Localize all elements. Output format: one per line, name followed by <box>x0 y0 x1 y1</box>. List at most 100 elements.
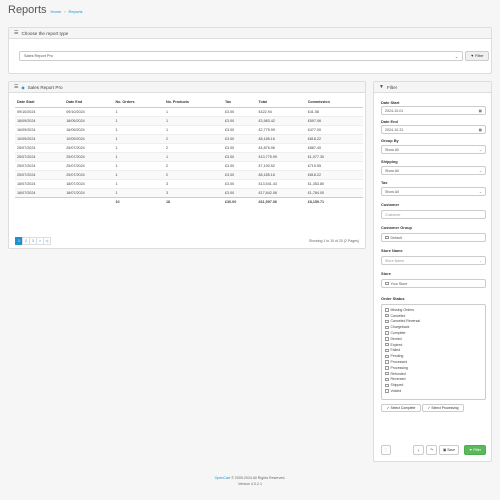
totals-cell <box>15 196 65 206</box>
table-cell: 18/09/2024 <box>64 115 114 125</box>
table-cell: 2 <box>163 133 223 143</box>
help-button[interactable]: ❔ <box>381 445 391 455</box>
tax-select[interactable]: Show All ⌄ <box>381 187 486 196</box>
footer-brand-link[interactable]: OpenCart <box>215 476 231 480</box>
report-header: ☰ ◆ Sales Report Pro <box>9 82 365 93</box>
column-header: Total <box>256 98 306 108</box>
order-status-checkbox[interactable] <box>385 383 389 387</box>
table-cell: £477.00 <box>305 124 363 134</box>
order-status-label: Refunded <box>390 371 406 376</box>
store-name-input[interactable]: Store Name ⌄ <box>381 256 486 265</box>
table-cell: £3.00 <box>223 160 257 170</box>
order-status-checkbox[interactable] <box>385 308 389 312</box>
order-status-checkbox[interactable] <box>385 389 389 393</box>
table-cell: 1 <box>113 106 164 116</box>
table-cell: 25/07/2024 <box>15 142 65 152</box>
footer: OpenCart © 2009-2024 All Rights Reserved… <box>0 476 500 487</box>
export-icon: ↷ <box>430 448 433 452</box>
select-processing-button[interactable]: ✓ Select Processing <box>422 404 464 412</box>
save-button[interactable]: ▣ Save <box>439 445 459 455</box>
group-by-select[interactable]: Show All ⌄ <box>381 145 486 154</box>
report-type-filter-button[interactable]: ▼ Filter <box>465 51 489 61</box>
order-status-checkbox[interactable] <box>385 342 389 347</box>
table-cell: 1 <box>113 160 164 170</box>
table-row: 25/07/2024 25/07/2024 1 1 £3.00 £10,775.99 £1,… <box>15 151 363 161</box>
download-button[interactable]: ⤓ <box>413 445 424 455</box>
footer-copyright: © 2009-2024 All Rights Reserved. <box>231 476 286 480</box>
table-row: 18/07/2024 18/07/2024 1 3 £3.00 £17,842.06 £1,… <box>15 187 363 197</box>
order-status-label: Denied <box>390 336 402 341</box>
totals-cell: 10 <box>113 196 164 206</box>
date-end-input[interactable]: 2024-10-31 ▦ <box>381 125 486 134</box>
store-name-label: Store Name <box>381 248 403 253</box>
order-status-label: Canceled <box>390 313 406 318</box>
order-status-item[interactable]: Voided <box>385 388 482 394</box>
order-status-checkbox[interactable] <box>385 325 389 330</box>
table-cell: £41.58 <box>305 106 363 116</box>
report-title: Sales Report Pro <box>27 84 63 90</box>
column-header: No. Products <box>163 98 223 108</box>
table-cell: £3.00 <box>223 106 257 116</box>
order-status-label: Complete <box>390 331 406 336</box>
report-card: ☰ ◆ Sales Report Pro Date Start Date End… <box>8 81 366 249</box>
page-last[interactable]: >| <box>43 237 51 245</box>
order-status-checkbox[interactable] <box>385 319 389 324</box>
table-cell: £1,784.00 <box>305 187 363 197</box>
chevron-down-icon: ⌄ <box>478 189 482 194</box>
table-cell: £597.06 <box>305 115 363 125</box>
table-cell: 09/10/2024 <box>15 106 65 116</box>
table-cell: 1 <box>113 187 164 197</box>
table-cell: £1,077.30 <box>305 151 363 161</box>
table-cell: 25/07/2024 <box>15 169 65 179</box>
table-cell: £818.22 <box>305 133 363 143</box>
store-checkbox[interactable]: Your Store <box>381 279 486 288</box>
order-status-checkbox[interactable] <box>385 348 389 353</box>
date-start-input[interactable]: 2024-10-01 ▦ <box>381 106 486 115</box>
order-status-checkbox[interactable] <box>385 360 389 364</box>
check-icon: ✓ <box>427 406 431 410</box>
breadcrumb-reports[interactable]: Reports <box>69 9 83 14</box>
table-row: 18/07/2024 18/07/2024 1 3 £3.00 £13,541.43 £1,… <box>15 178 363 188</box>
totals-cell: £61,597.06 <box>256 196 306 206</box>
date-start-label: Date Start <box>381 100 400 105</box>
chart-bar-icon: ☰ <box>14 84 19 90</box>
table-cell: 1 <box>113 124 164 134</box>
filter-header: ▼ Filter <box>374 82 491 93</box>
table-cell: £3.00 <box>223 187 257 197</box>
order-status-checkbox[interactable] <box>385 331 389 335</box>
chevron-down-icon: ⌄ <box>454 54 458 59</box>
totals-cell: £8,159.71 <box>305 196 363 206</box>
order-status-checkbox[interactable] <box>385 337 389 341</box>
table-cell: £1,353.80 <box>305 178 363 188</box>
breadcrumb-home[interactable]: Home <box>51 9 62 14</box>
customer-input[interactable]: Customer <box>381 210 486 219</box>
calendar-icon[interactable]: ▦ <box>479 109 482 113</box>
customer-group-checkbox[interactable]: Default <box>381 233 486 242</box>
filter-title: Filter <box>386 84 398 90</box>
table-cell: 10/09/2024 <box>15 133 65 143</box>
order-status-checkbox[interactable] <box>385 366 389 370</box>
funnel-icon: ▼ <box>379 84 384 90</box>
order-status-label: Expired <box>390 342 403 347</box>
table-cell: 18/09/2024 <box>15 115 65 125</box>
check-icon: ✓ <box>386 406 390 410</box>
order-status-list[interactable]: Missing Orders Canceled Canceled Reversal C… <box>381 304 486 400</box>
calendar-icon[interactable]: ▦ <box>479 128 482 132</box>
shipping-label: Shipping <box>381 159 398 164</box>
order-status-checkbox[interactable] <box>385 371 389 376</box>
shipping-select[interactable]: Show All ⌄ <box>381 166 486 175</box>
table-cell: 16/09/2024 <box>64 124 114 134</box>
select-complete-button[interactable]: ✓ Select Complete <box>381 404 421 412</box>
group-by-label: Group By <box>381 138 399 143</box>
customer-group-label: Customer Group <box>381 225 412 230</box>
export-button[interactable]: ↷ <box>426 445 437 455</box>
page-header: Reports Home › Reports <box>8 4 83 16</box>
table-cell: 18/07/2024 <box>64 187 114 197</box>
report-table: Date Start Date End No. Orders No. Produ… <box>15 98 363 206</box>
order-status-checkbox[interactable] <box>385 354 389 359</box>
order-status-checkbox[interactable] <box>385 313 389 318</box>
report-type-card: ☰ Choose the report type Sales Report Pr… <box>8 27 492 74</box>
report-type-select[interactable]: Sales Report Pro ⌄ <box>19 51 463 61</box>
filter-button[interactable]: ▼ Filter <box>464 445 486 455</box>
order-status-checkbox[interactable] <box>385 377 389 382</box>
